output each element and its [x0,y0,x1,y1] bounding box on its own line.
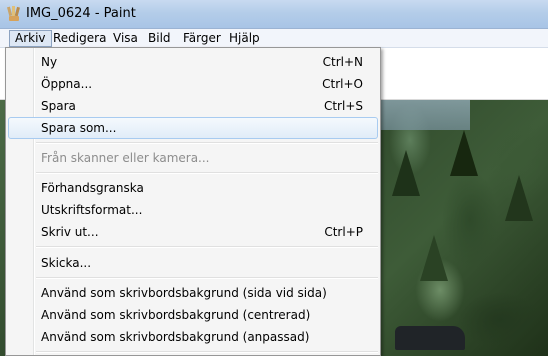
menu-item-shortcut: Ctrl+N [322,55,363,69]
menu-item-shortcut: Ctrl+S [323,99,363,113]
menu-item-ny[interactable]: Ny Ctrl+N [8,51,378,73]
menu-item-shortcut: Ctrl+P [324,225,363,239]
menu-item-label: Ny [41,55,58,69]
menu-item-spara-som[interactable]: Spara som... [8,117,378,139]
menu-item-label: Spara som... [41,121,117,135]
menu-item-utskriftsformat[interactable]: Utskriftsformat... [8,199,378,221]
menu-redigera[interactable]: Redigera [48,30,111,47]
canvas-tree [505,175,533,221]
canvas-tree [450,130,478,176]
paint-icon[interactable] [6,6,22,22]
menu-item-label: Skriv ut... [41,225,99,239]
menu-item-bakgrund-centrerad[interactable]: Använd som skrivbordsbakgrund (centrerad… [8,304,378,326]
title-bar: IMG_0624 - Paint [0,0,548,29]
menu-separator [36,172,378,174]
menu-item-label: Förhandsgranska [41,181,144,195]
menu-item-label: Från skanner eller kamera... [41,151,210,165]
menu-item-label: Använd som skrivbordsbakgrund (centrerad… [41,308,311,322]
menu-item-spara[interactable]: Spara Ctrl+S [8,95,378,117]
canvas-tree [392,150,420,196]
file-menu-dropdown: Ny Ctrl+N Öppna... Ctrl+O Spara Ctrl+S S… [5,47,381,356]
menu-separator [36,246,378,248]
menu-item-bakgrund-anpassad[interactable]: Använd som skrivbordsbakgrund (anpassad) [8,326,378,348]
menu-item-label: Skicka... [41,256,92,270]
menu-item-bakgrund-sida-vid-sida[interactable]: Använd som skrivbordsbakgrund (sida vid … [8,282,378,304]
menu-separator [36,277,378,279]
menu-item-oppna[interactable]: Öppna... Ctrl+O [8,73,378,95]
menu-item-shortcut: Ctrl+O [322,77,363,91]
menu-item-label: Utskriftsformat... [41,203,143,217]
canvas-sky-patch [380,100,470,130]
menu-bild[interactable]: Bild [143,30,176,47]
menu-separator [36,351,378,353]
canvas-vehicle [395,326,465,350]
menu-item-fran-skanner: Från skanner eller kamera... [8,147,378,169]
menu-item-skicka[interactable]: Skicka... [8,252,378,274]
menu-bar: Arkiv Redigera Visa Bild Färger Hjälp [0,29,548,48]
menu-farger[interactable]: Färger [178,30,226,47]
menu-item-label: Spara [41,99,76,113]
menu-hjalp[interactable]: Hjälp [224,30,265,47]
menu-item-label: Använd som skrivbordsbakgrund (sida vid … [41,286,327,300]
menu-item-label: Öppna... [41,77,93,91]
window-title: IMG_0624 - Paint [26,6,136,21]
menu-item-skriv-ut[interactable]: Skriv ut... Ctrl+P [8,221,378,243]
menu-item-label: Använd som skrivbordsbakgrund (anpassad) [41,330,310,344]
canvas-tree [420,235,448,281]
menu-separator [36,142,378,144]
menu-item-forhandsgranska[interactable]: Förhandsgranska [8,177,378,199]
menu-visa[interactable]: Visa [108,30,143,47]
menu-arkiv[interactable]: Arkiv [9,30,52,47]
